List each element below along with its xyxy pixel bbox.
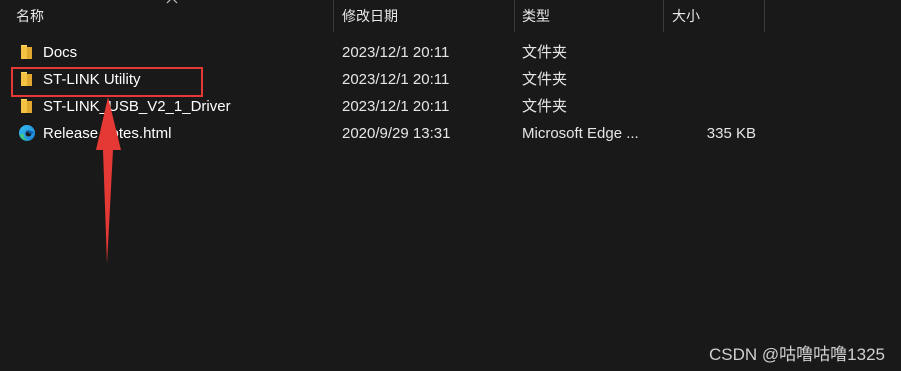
file-type: 文件夹 [522,98,568,115]
file-size [664,66,756,93]
file-type: 文件夹 [522,44,568,61]
watermark: CSDN @咕噜咕噜1325 [709,345,885,364]
file-size: 335 KB [706,125,756,142]
file-date-modified: 2023/12/1 20:11 [342,44,450,61]
file-date-modified: 2023/12/1 20:11 [342,71,450,88]
file-type: 文件夹 [522,71,568,88]
column-divider[interactable] [333,0,334,32]
folder-icon [21,45,32,59]
file-name: ST-LINK_USB_V2_1_Driver [43,98,231,115]
edge-icon [19,125,35,141]
file-row-release-notes[interactable]: Release notes.html 2020/9/29 13:31 Micro… [0,120,901,147]
column-divider[interactable] [514,0,515,32]
column-header-name[interactable]: 名称 [16,0,332,32]
file-explorer-window: 名称 修改日期 类型 大小 Docs 2023/12/1 20:11 文件夹 S… [0,0,901,371]
column-divider[interactable] [764,0,765,32]
column-header-type[interactable]: 类型 [522,0,660,32]
column-header-size[interactable]: 大小 [672,0,762,32]
column-divider[interactable] [663,0,664,32]
file-date-modified: 2023/12/1 20:11 [342,98,450,115]
column-header-date-modified[interactable]: 修改日期 [342,0,512,32]
file-row-docs[interactable]: Docs 2023/12/1 20:11 文件夹 [0,39,901,66]
file-row-st-link-usb-driver[interactable]: ST-LINK_USB_V2_1_Driver 2023/12/1 20:11 … [0,93,901,120]
file-size [664,93,756,120]
folder-icon [21,99,32,113]
file-date-modified: 2020/9/29 13:31 [342,125,451,142]
file-size [664,39,756,66]
column-header-bar: 名称 修改日期 类型 大小 [0,0,901,32]
file-name: Docs [43,44,78,61]
file-name: Release notes.html [43,125,172,142]
annotation-highlight-box [11,67,203,97]
file-type: Microsoft Edge ... [522,125,639,142]
